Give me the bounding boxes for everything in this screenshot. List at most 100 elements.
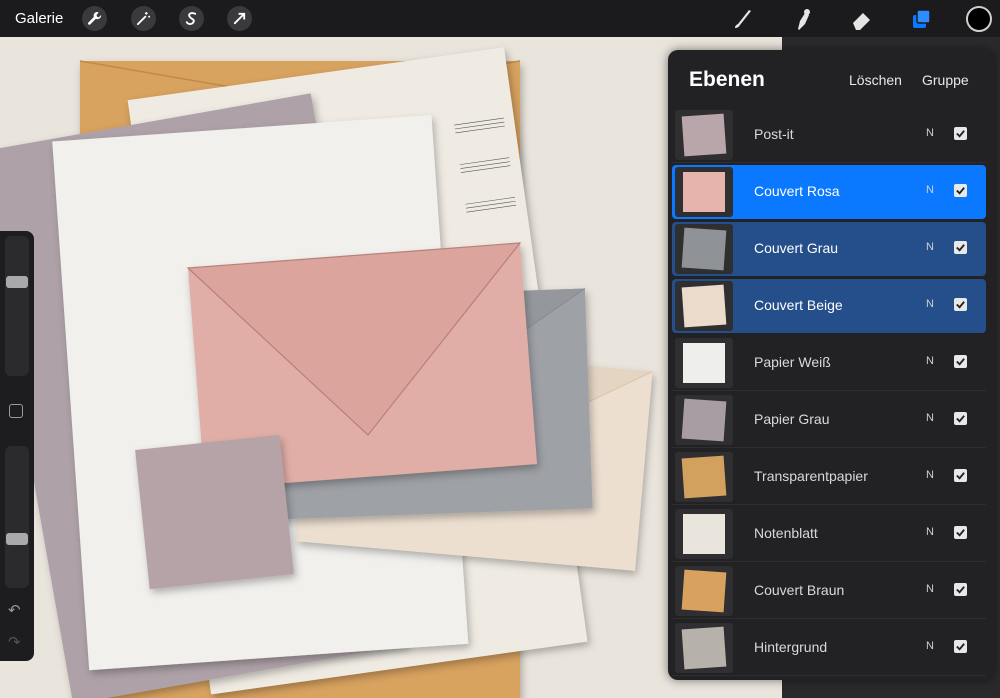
layer-name: Post-it [754,126,794,142]
post-it-paper [135,434,294,590]
eraser-button[interactable] [848,5,876,33]
layer-thumbnail-swatch [683,514,725,554]
layer-thumbnail[interactable] [675,509,733,559]
layer-name: Couvert Beige [754,297,843,313]
visibility-checkbox[interactable] [954,640,967,653]
layer-thumbnail[interactable] [675,452,733,502]
layer-thumbnail-swatch [683,343,725,383]
left-sidebar: ↶ ↷ [0,231,34,661]
layer-name: Notenblatt [754,525,818,541]
blend-mode-button[interactable]: N [926,184,934,196]
visibility-checkbox[interactable] [954,412,967,425]
visibility-checkbox[interactable] [954,469,967,482]
smudge-button[interactable] [788,5,816,33]
layer-thumbnail[interactable] [675,338,733,388]
layer-thumbnail[interactable] [675,167,733,217]
check-icon [956,130,965,138]
transform-button[interactable] [227,6,252,31]
layer-thumbnail[interactable] [675,281,733,331]
layer-row[interactable]: Transparentpapier N [672,450,986,505]
check-icon [956,643,965,651]
layer-row[interactable]: Post-it N [672,108,986,163]
layer-thumbnail[interactable] [675,395,733,445]
layers-icon [913,9,931,28]
check-icon [956,187,965,195]
blend-mode-button[interactable]: N [926,127,934,139]
check-icon [956,472,965,480]
visibility-checkbox[interactable] [954,127,967,140]
layer-name: Couvert Braun [754,582,845,598]
layer-row[interactable]: Couvert Rosa N [672,165,986,219]
layer-thumbnail[interactable] [675,623,733,673]
brush-size-knob[interactable] [6,276,28,288]
layer-name: Transparentpapier [754,468,868,484]
layers-panel-title: Ebenen [689,68,765,91]
gallery-button[interactable]: Galerie [15,10,63,27]
layer-thumbnail-swatch [681,284,727,328]
check-icon [956,358,965,366]
layer-thumbnail-swatch [681,569,727,613]
check-icon [956,415,965,423]
delete-button[interactable]: Löschen [849,72,902,88]
opacity-knob[interactable] [6,533,28,545]
visibility-checkbox[interactable] [954,184,967,197]
canvas-artwork [0,47,653,698]
visibility-checkbox[interactable] [954,526,967,539]
blend-mode-button[interactable]: N [926,640,934,652]
blend-mode-button[interactable]: N [926,412,934,424]
layer-name: Couvert Grau [754,240,839,256]
layer-thumbnail[interactable] [675,566,733,616]
layer-name: Couvert Rosa [754,183,840,199]
transform-arrow-icon [233,12,246,25]
check-icon [956,244,965,252]
selection-s-icon [185,12,197,25]
color-picker-button[interactable] [966,6,992,32]
smudge-icon [798,9,810,30]
blend-mode-button[interactable]: N [926,469,934,481]
blend-mode-button[interactable]: N [926,526,934,538]
selection-button[interactable] [179,6,204,31]
layer-row[interactable]: Couvert Braun N [672,564,986,619]
blend-mode-button[interactable]: N [926,298,934,310]
visibility-checkbox[interactable] [954,298,967,311]
visibility-checkbox[interactable] [954,355,967,368]
blend-mode-button[interactable]: N [926,583,934,595]
top-toolbar: Galerie [0,0,1000,37]
undo-icon[interactable]: ↶ [8,601,21,619]
layer-row[interactable]: Papier Grau N [672,393,986,448]
layer-row[interactable]: Couvert Grau N [672,222,986,276]
blend-mode-button[interactable]: N [926,241,934,253]
brush-size-slider[interactable] [5,236,29,376]
layer-thumbnail[interactable] [675,224,733,274]
layer-row[interactable]: Notenblatt N [672,507,986,562]
adjustments-button[interactable] [131,6,156,31]
drawing-canvas[interactable] [0,37,782,698]
actions-button[interactable] [82,6,107,31]
group-button[interactable]: Gruppe [922,72,969,88]
visibility-checkbox[interactable] [954,241,967,254]
layers-panel: Ebenen Löschen Gruppe Post-it N Couvert Ro… [668,50,994,680]
layer-row[interactable]: Hintergrund N [672,621,986,676]
layer-thumbnail-swatch [681,398,727,442]
layers-button[interactable] [907,5,935,33]
opacity-slider[interactable] [5,446,29,588]
layer-name: Hintergrund [754,639,828,655]
layer-row[interactable]: Papier Weiß N [672,336,986,391]
check-icon [956,301,965,309]
modify-square-icon[interactable] [9,404,23,418]
layer-thumbnail-swatch [683,172,725,212]
layer-thumbnail-swatch [681,626,727,670]
check-icon [956,529,965,537]
check-icon [956,586,965,594]
layer-thumbnail-swatch [681,227,727,271]
blend-mode-button[interactable]: N [926,355,934,367]
brush-button[interactable] [730,5,758,33]
layer-name: Papier Weiß [754,354,831,370]
layer-thumbnail-swatch [681,455,727,499]
redo-icon[interactable]: ↷ [8,633,21,651]
layer-name: Papier Grau [754,411,830,427]
layer-thumbnail[interactable] [675,110,733,160]
visibility-checkbox[interactable] [954,583,967,596]
eraser-icon [853,13,870,30]
layer-row[interactable]: Couvert Beige N [672,279,986,333]
